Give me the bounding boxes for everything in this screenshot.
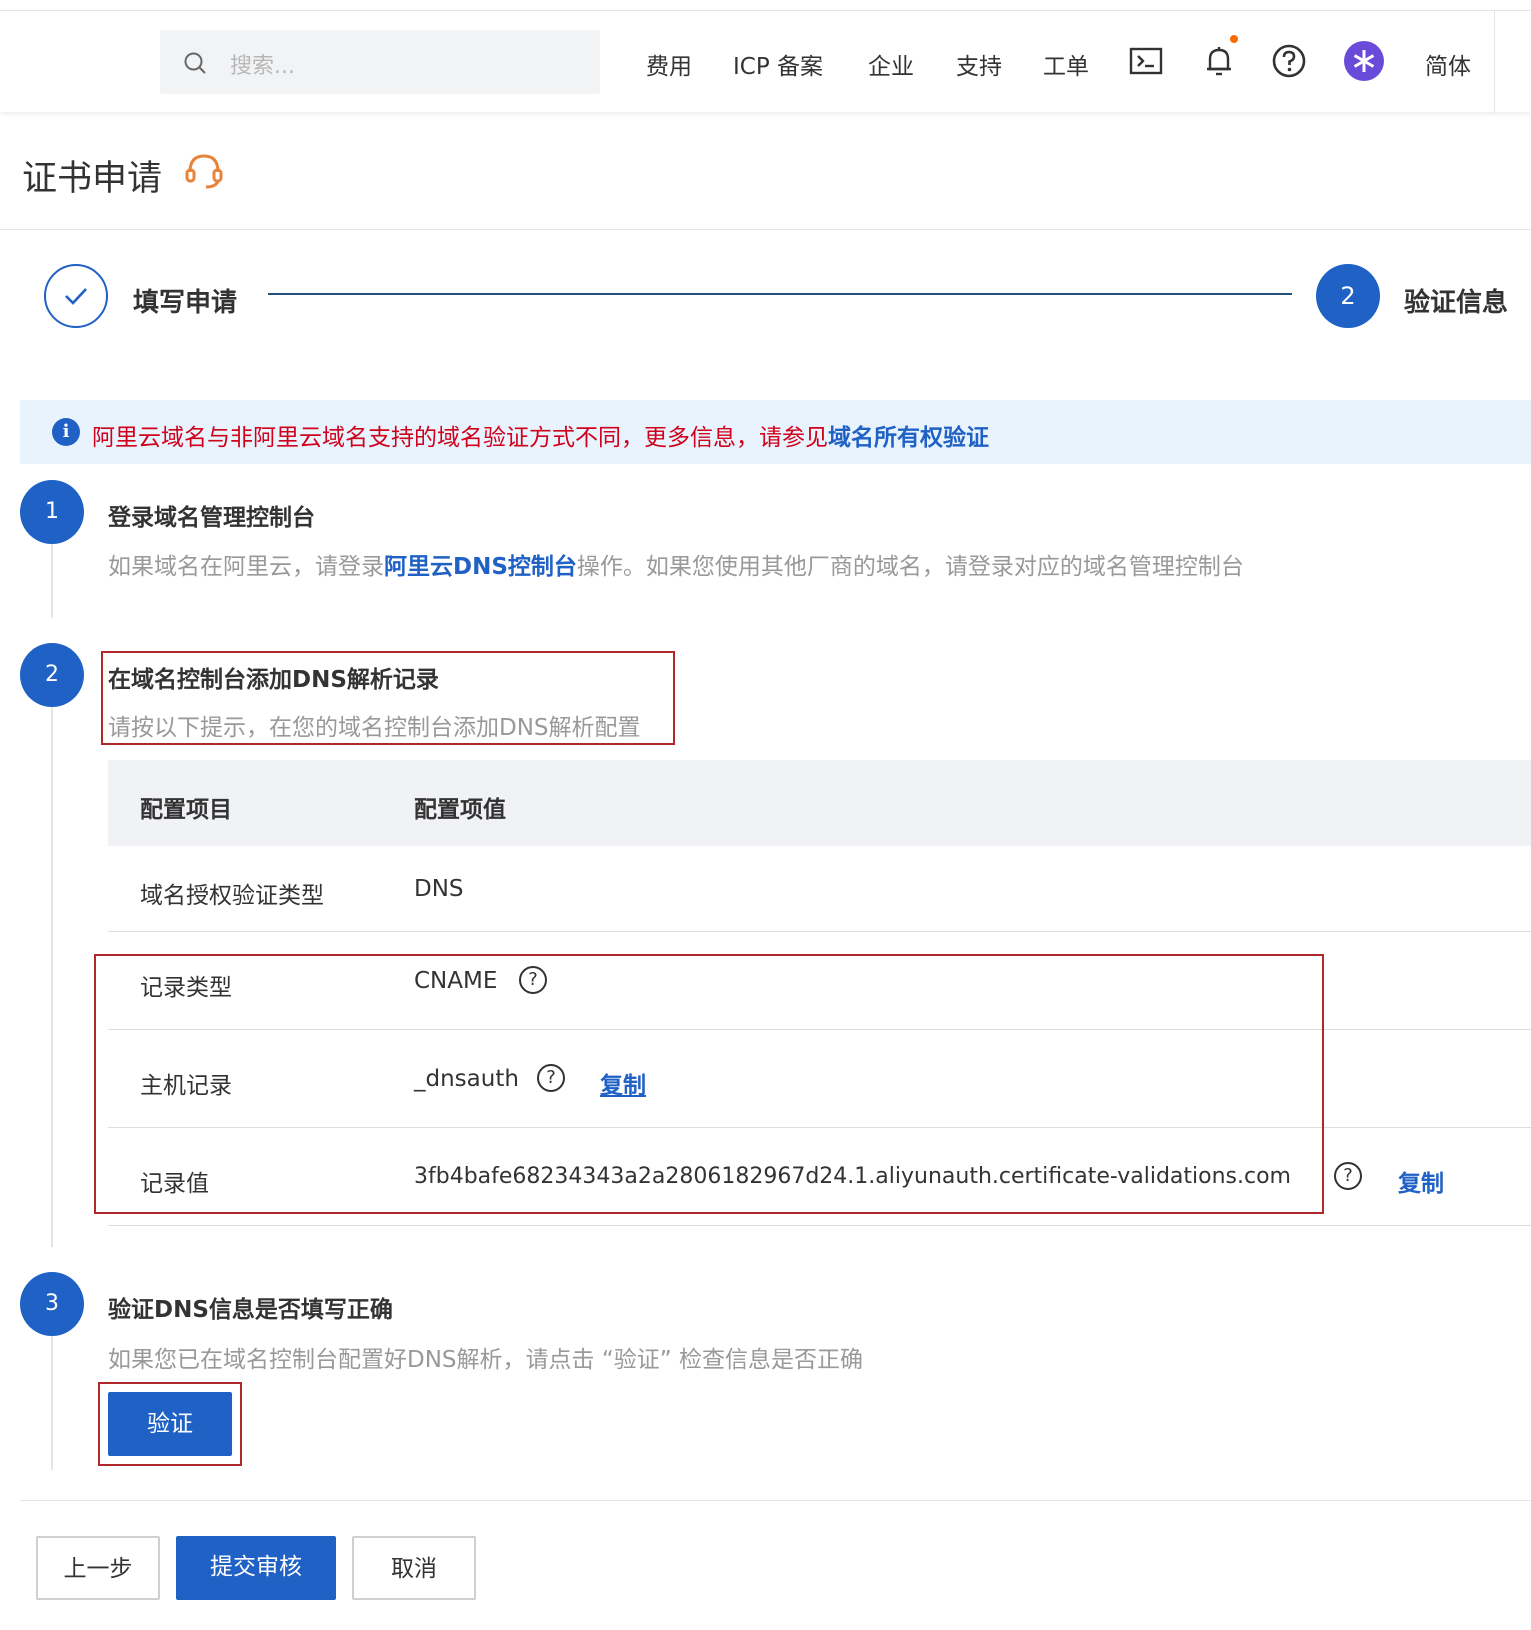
alert-message: 阿里云域名与非阿里云域名支持的域名验证方式不同，更多信息，请参见域名所有权验证 <box>92 418 989 452</box>
section3-title: 验证DNS信息是否填写正确 <box>108 1297 393 1323</box>
ownership-verification-link[interactable]: 域名所有权验证 <box>828 425 989 451</box>
info-icon: i <box>52 418 80 446</box>
section1-number: 1 <box>20 480 84 544</box>
language-switch[interactable]: 简体 <box>1425 47 1471 81</box>
dns-console-link[interactable]: 阿里云DNS控制台 <box>384 554 577 580</box>
nav-support[interactable]: 支持 <box>956 47 1002 81</box>
section1-desc-suffix: 操作。如果您使用其他厂商的域名，请登录对应的域名管理控制台 <box>576 554 1244 580</box>
title-divider <box>0 229 1531 230</box>
previous-step-button[interactable]: 上一步 <box>36 1536 160 1600</box>
step-connector-line <box>268 293 1292 295</box>
cancel-button[interactable]: 取消 <box>352 1536 476 1600</box>
notification-dot <box>1230 35 1238 43</box>
highlight-box-verify <box>98 1382 242 1466</box>
table-row: 域名授权验证类型 DNS <box>108 846 1531 932</box>
search-placeholder: 搜索... <box>230 54 295 79</box>
submit-review-button[interactable]: 提交审核 <box>176 1536 336 1600</box>
highlight-box-section2 <box>101 651 675 745</box>
help-icon[interactable] <box>1271 43 1307 79</box>
nav-icp[interactable]: ICP 备案 <box>733 47 823 81</box>
page-title: 证书申请 <box>22 159 163 199</box>
section1-timeline <box>51 544 53 618</box>
asterisk-icon <box>1353 50 1375 72</box>
section3-description: 如果您已在域名控制台配置好DNS解析，请点击 “验证” 检查信息是否正确 <box>108 1347 863 1373</box>
info-alert: i 阿里云域名与非阿里云域名支持的域名验证方式不同，更多信息，请参见域名所有权验… <box>20 400 1531 464</box>
section2-number: 2 <box>20 643 84 707</box>
search-icon <box>184 52 206 74</box>
section1-desc-prefix: 如果域名在阿里云，请登录 <box>108 554 384 580</box>
step1-label: 填写申请 <box>133 288 238 318</box>
nav-fees[interactable]: 费用 <box>646 47 692 81</box>
highlight-box-records <box>94 954 1324 1214</box>
step2-indicator: 2 <box>1316 264 1380 328</box>
help-icon[interactable]: ? <box>1334 1162 1362 1190</box>
terminal-icon[interactable] <box>1128 43 1164 79</box>
section2-timeline <box>51 707 53 1247</box>
row-value: DNS <box>414 876 464 902</box>
header-config-value: 配置项值 <box>414 797 506 823</box>
step1-done-indicator <box>44 264 108 328</box>
avatar[interactable] <box>1344 41 1384 81</box>
nav-ticket[interactable]: 工单 <box>1043 47 1089 81</box>
section3-timeline <box>51 1336 53 1470</box>
nav-enterprise[interactable]: 企业 <box>868 47 914 81</box>
alert-text: 阿里云域名与非阿里云域名支持的域名验证方式不同，更多信息，请参见 <box>92 425 828 451</box>
step2-label: 验证信息 <box>1404 288 1509 318</box>
headset-icon[interactable] <box>182 148 226 192</box>
section1-title: 登录域名管理控制台 <box>108 505 315 531</box>
check-icon <box>65 288 87 305</box>
table-header: 配置项目 配置项值 <box>108 760 1531 846</box>
search-input[interactable]: 搜索... <box>160 30 600 94</box>
section1-description: 如果域名在阿里云，请登录阿里云DNS控制台操作。如果您使用其他厂商的域名，请登录… <box>108 547 1244 581</box>
topbar-divider <box>1494 11 1495 113</box>
footer-divider <box>20 1500 1531 1501</box>
top-navigation-bar: 搜索... 费用 ICP 备案 企业 支持 工单 简体 <box>0 10 1531 113</box>
section3-number: 3 <box>20 1272 84 1336</box>
copy-record-value-button[interactable]: 复制 <box>1398 1164 1444 1198</box>
bell-icon[interactable] <box>1201 43 1237 79</box>
row-key: 域名授权验证类型 <box>140 883 324 909</box>
header-config-item: 配置项目 <box>140 797 232 823</box>
